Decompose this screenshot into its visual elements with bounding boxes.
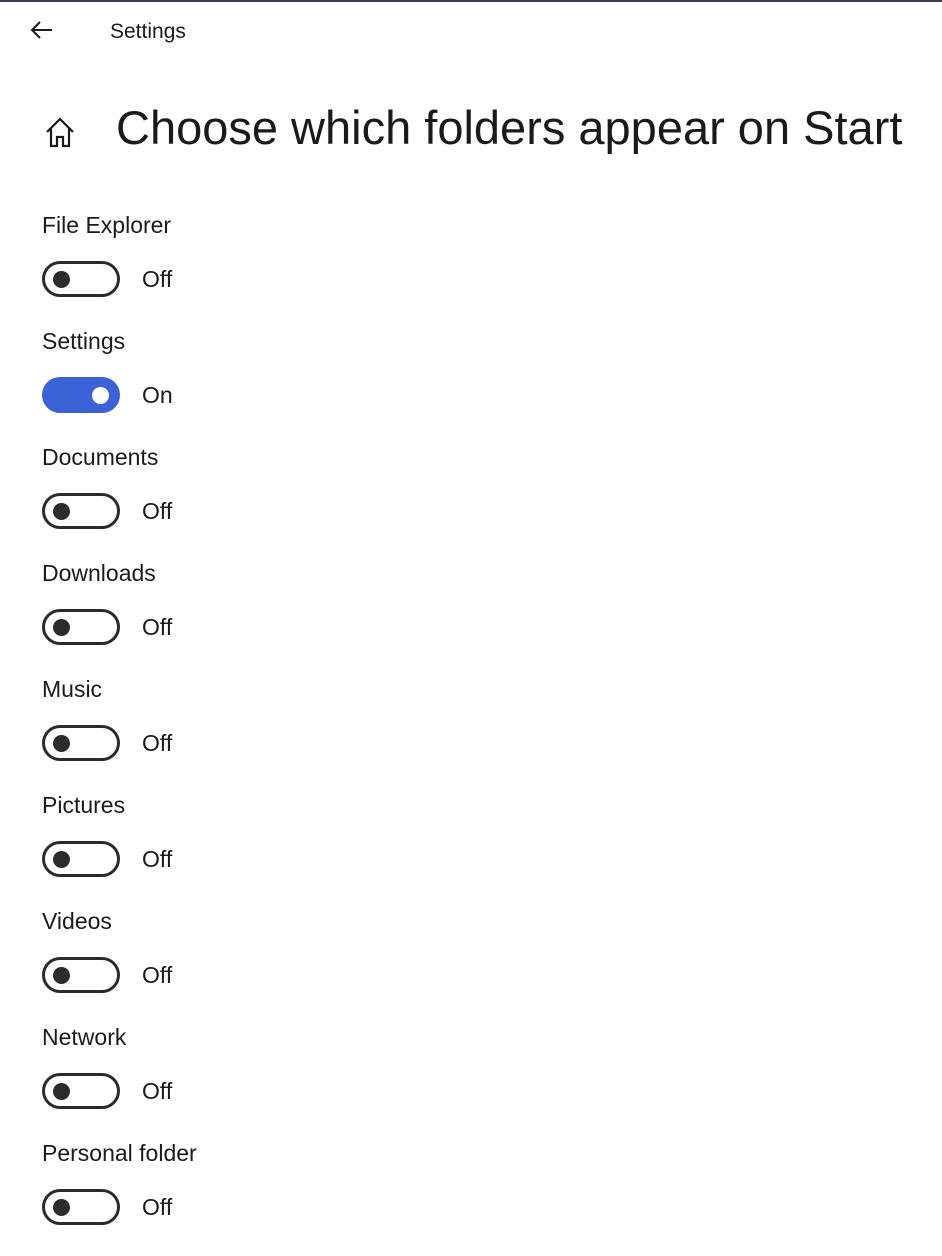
toggle-knob (53, 1198, 70, 1216)
back-arrow-icon (30, 21, 52, 39)
toggle-downloads[interactable]: Off (42, 609, 172, 645)
toggle-knob (53, 1082, 70, 1100)
toggle-knob (53, 502, 70, 520)
title-bar: Settings (0, 2, 942, 60)
setting-pictures: Pictures Off (42, 792, 922, 908)
toggle-videos[interactable]: Off (42, 957, 172, 993)
setting-network: Network Off (42, 1024, 922, 1140)
toggle-switch[interactable] (42, 725, 120, 761)
folder-settings-list: File Explorer Off Settings On Documents … (42, 212, 922, 1256)
toggle-music[interactable]: Off (42, 725, 172, 761)
toggle-state-label: Off (142, 265, 173, 292)
toggle-network[interactable]: Off (42, 1073, 172, 1109)
toggle-state-label: Off (142, 1077, 173, 1104)
setting-file-explorer: File Explorer Off (42, 212, 922, 328)
toggle-personal-folder[interactable]: Off (42, 1189, 172, 1225)
setting-label: Pictures (42, 792, 126, 818)
toggle-knob (53, 270, 70, 288)
toggle-switch[interactable] (42, 261, 120, 297)
toggle-state-label: On (142, 381, 173, 408)
back-button[interactable] (20, 12, 64, 48)
toggle-pictures[interactable]: Off (42, 841, 172, 877)
toggle-switch[interactable] (42, 493, 120, 529)
setting-label: Network (42, 1024, 127, 1050)
toggle-knob (53, 734, 70, 752)
toggle-switch[interactable] (42, 1073, 120, 1109)
setting-documents: Documents Off (42, 444, 922, 560)
toggle-state-label: Off (142, 613, 173, 640)
setting-label: Music (42, 676, 103, 702)
setting-label: File Explorer (42, 212, 172, 238)
setting-label: Videos (42, 908, 112, 934)
toggle-knob (53, 966, 70, 984)
setting-settings: Settings On (42, 328, 922, 444)
toggle-switch[interactable] (42, 1189, 120, 1225)
home-button[interactable] (38, 110, 82, 154)
setting-label: Downloads (42, 560, 156, 586)
toggle-documents[interactable]: Off (42, 493, 172, 529)
toggle-state-label: Off (142, 845, 173, 872)
toggle-switch[interactable] (42, 957, 120, 993)
toggle-knob (53, 618, 70, 636)
setting-downloads: Downloads Off (42, 560, 922, 676)
toggle-state-label: Off (142, 961, 173, 988)
app-title: Settings (110, 20, 186, 43)
toggle-settings[interactable]: On (42, 377, 173, 413)
setting-label: Settings (42, 328, 126, 354)
setting-label: Personal folder (42, 1140, 197, 1166)
setting-videos: Videos Off (42, 908, 922, 1024)
home-icon (46, 117, 74, 148)
toggle-state-label: Off (142, 1193, 173, 1220)
toggle-switch[interactable] (42, 841, 120, 877)
setting-label: Documents (42, 444, 159, 470)
page-title: Choose which folders appear on Start (116, 101, 903, 154)
toggle-switch[interactable] (42, 377, 120, 413)
toggle-file-explorer[interactable]: Off (42, 261, 172, 297)
toggle-state-label: Off (142, 729, 173, 756)
setting-music: Music Off (42, 676, 922, 792)
setting-personal-folder: Personal folder Off (42, 1140, 922, 1256)
toggle-knob (53, 850, 70, 868)
toggle-state-label: Off (142, 497, 173, 524)
toggle-knob (92, 386, 109, 404)
toggle-switch[interactable] (42, 609, 120, 645)
